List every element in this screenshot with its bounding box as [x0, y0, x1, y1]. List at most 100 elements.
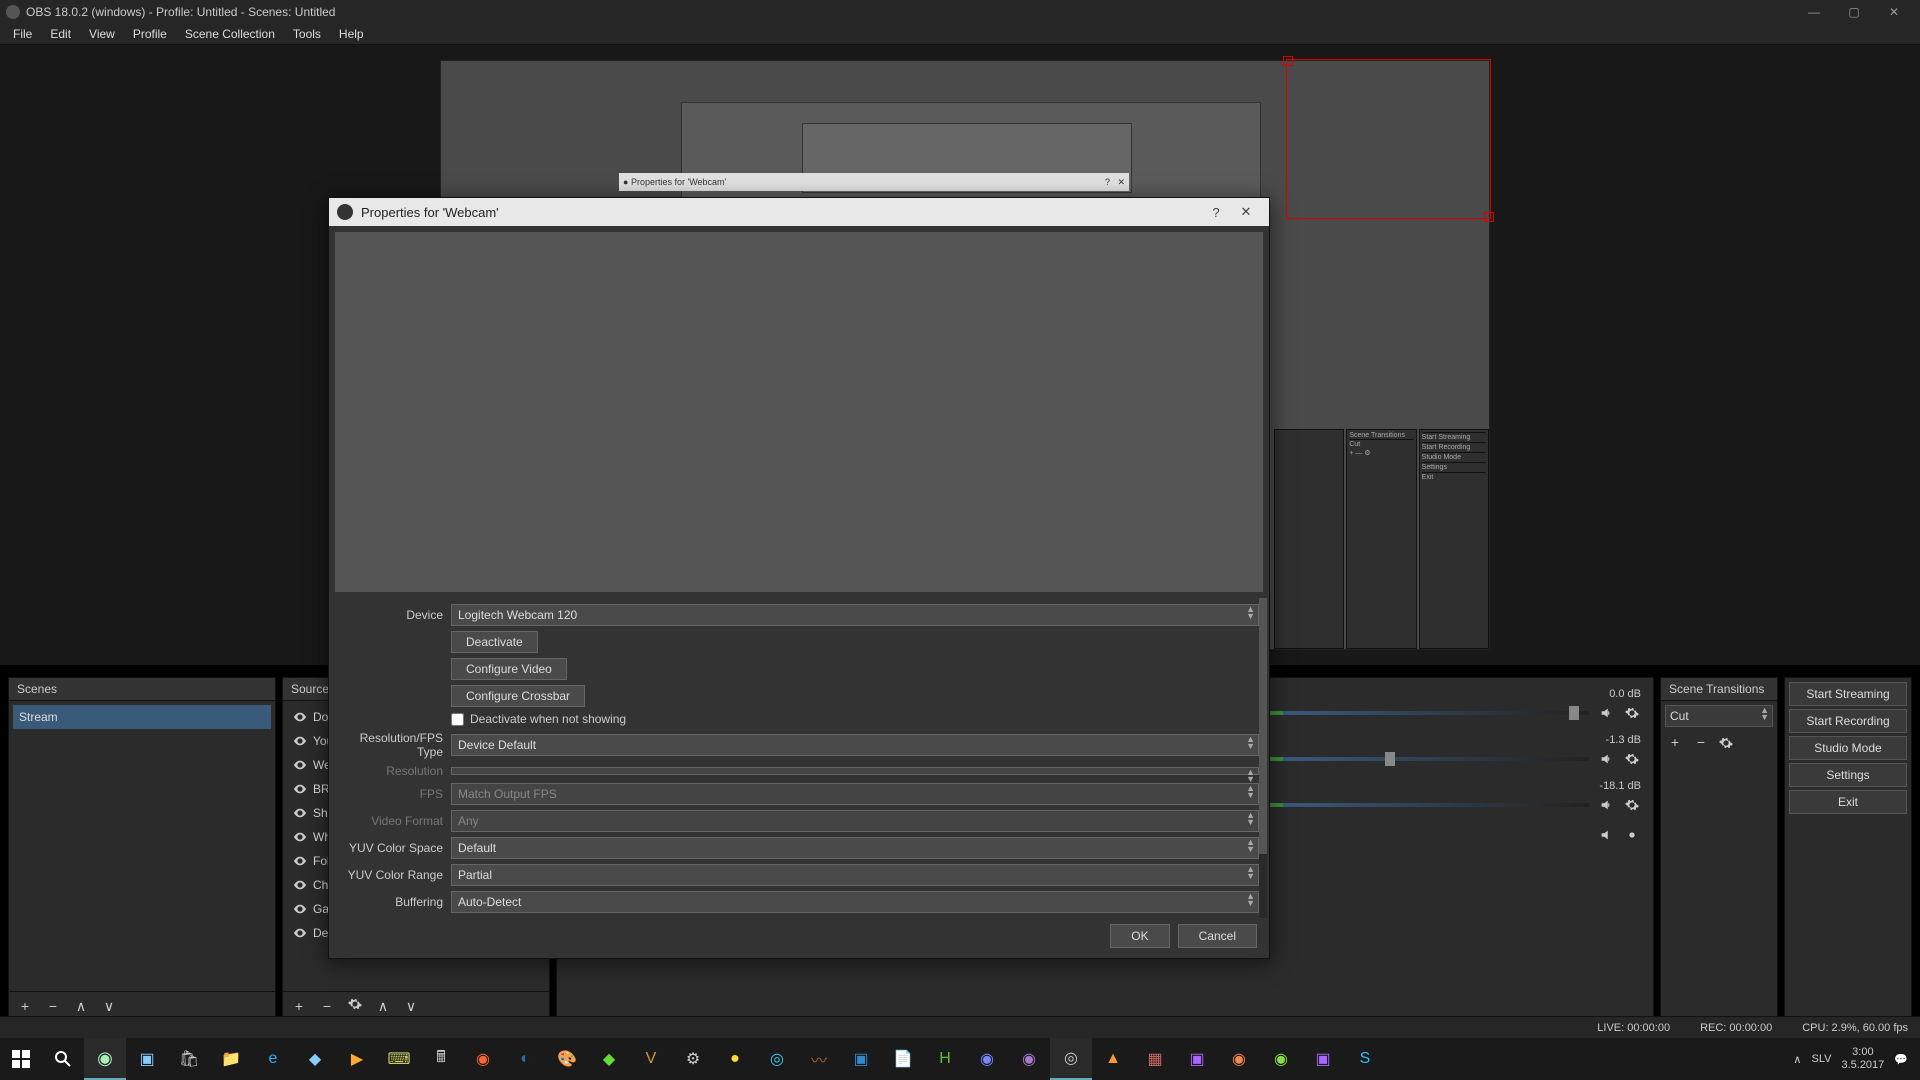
dialog-cancel-button[interactable]: Cancel	[1178, 924, 1257, 948]
taskbar-app-discord[interactable]: ◉	[966, 1038, 1008, 1080]
taskbar-app-13[interactable]: ◎	[756, 1038, 798, 1080]
taskbar-app-20[interactable]: ◉	[1260, 1038, 1302, 1080]
add-scene-button[interactable]: +	[15, 997, 35, 1017]
taskbar-app-edge[interactable]: e	[252, 1038, 294, 1080]
scene-item[interactable]: Stream	[13, 705, 271, 729]
taskbar-app-chrome[interactable]: ◉	[1218, 1038, 1260, 1080]
deactivate-checkbox[interactable]: Deactivate when not showing	[451, 712, 626, 726]
channel-settings-button[interactable]	[1623, 826, 1641, 844]
scene-down-button[interactable]: ∨	[99, 997, 119, 1017]
configure-crossbar-button[interactable]: Configure Crossbar	[451, 685, 585, 707]
control-button-start-recording[interactable]: Start Recording	[1789, 709, 1907, 733]
menu-file[interactable]: File	[4, 25, 41, 43]
minimize-button[interactable]: —	[1794, 5, 1834, 19]
taskbar-app-steam[interactable]: ◉	[84, 1038, 126, 1080]
menu-profile[interactable]: Profile	[124, 25, 176, 43]
dialog-help-button[interactable]: ?	[1201, 205, 1231, 220]
taskbar-app-2[interactable]: 🛍	[168, 1038, 210, 1080]
scene-up-button[interactable]: ∧	[71, 997, 91, 1017]
source-down-button[interactable]: ∨	[401, 997, 421, 1017]
channel-settings-button[interactable]	[1623, 750, 1641, 768]
transition-settings-button[interactable]	[1717, 734, 1735, 752]
transition-select[interactable]: Cut	[1665, 705, 1773, 727]
dialog-close-button[interactable]: ✕	[1231, 204, 1261, 220]
add-source-button[interactable]: +	[289, 997, 309, 1017]
control-button-start-streaming[interactable]: Start Streaming	[1789, 682, 1907, 706]
taskbar-app-twitch[interactable]: ▣	[1176, 1038, 1218, 1080]
visibility-icon[interactable]	[293, 830, 307, 844]
source-up-button[interactable]: ∧	[373, 997, 393, 1017]
deactivate-button[interactable]: Deactivate	[451, 631, 538, 653]
mute-button[interactable]	[1597, 704, 1615, 722]
menu-help[interactable]: Help	[330, 25, 373, 43]
taskbar-app-17[interactable]: H	[924, 1038, 966, 1080]
search-button[interactable]	[42, 1038, 84, 1080]
tray-language[interactable]: SLV	[1811, 1053, 1831, 1065]
taskbar-app-11[interactable]: ⚙	[672, 1038, 714, 1080]
taskbar-app-3[interactable]: ◆	[294, 1038, 336, 1080]
visibility-icon[interactable]	[293, 926, 307, 940]
taskbar-app-calc[interactable]: 🖩	[420, 1038, 462, 1080]
dialog-scrollbar[interactable]	[1259, 598, 1267, 918]
taskbar-app-obs[interactable]: ◎	[1050, 1038, 1092, 1080]
taskbar-app-14[interactable]: 〰	[798, 1038, 840, 1080]
taskbar-app-21[interactable]: ▣	[1302, 1038, 1344, 1080]
mute-button[interactable]	[1597, 796, 1615, 814]
taskbar-app-12[interactable]: ●	[714, 1038, 756, 1080]
menu-view[interactable]: View	[80, 25, 124, 43]
visibility-icon[interactable]	[293, 734, 307, 748]
visibility-icon[interactable]	[293, 878, 307, 892]
taskbar-app-19[interactable]: ▦	[1134, 1038, 1176, 1080]
taskbar-app-5[interactable]: ⌨	[378, 1038, 420, 1080]
control-button-studio-mode[interactable]: Studio Mode	[1789, 736, 1907, 760]
tray-clock[interactable]: 3:00 3.5.2017	[1841, 1046, 1884, 1072]
start-button[interactable]	[0, 1038, 42, 1080]
taskbar-app-16[interactable]: 📄	[882, 1038, 924, 1080]
configure-video-button[interactable]: Configure Video	[451, 658, 567, 680]
control-button-settings[interactable]: Settings	[1789, 763, 1907, 787]
menu-tools[interactable]: Tools	[284, 25, 330, 43]
channel-settings-button[interactable]	[1623, 796, 1641, 814]
visibility-icon[interactable]	[293, 782, 307, 796]
device-select[interactable]: Logitech Webcam 120	[451, 604, 1259, 626]
taskbar-app-8[interactable]: 🎨	[546, 1038, 588, 1080]
add-transition-button[interactable]: +	[1665, 733, 1685, 753]
remove-source-button[interactable]: −	[317, 997, 337, 1017]
taskbar-app-15[interactable]: ▣	[840, 1038, 882, 1080]
close-button[interactable]: ✕	[1874, 5, 1914, 19]
taskbar-app-explorer[interactable]: 📁	[210, 1038, 252, 1080]
resfps-select[interactable]: Device Default	[451, 734, 1259, 756]
buffering-select[interactable]: Auto-Detect	[451, 891, 1259, 913]
mute-button[interactable]	[1597, 750, 1615, 768]
taskbar-app-1[interactable]: ▣	[126, 1038, 168, 1080]
taskbar-app-6[interactable]: ◉	[462, 1038, 504, 1080]
taskbar-app-7[interactable]: ◐	[504, 1038, 546, 1080]
taskbar-app-18[interactable]: ◉	[1008, 1038, 1050, 1080]
yuvspace-select[interactable]: Default	[451, 837, 1259, 859]
taskbar-app-10[interactable]: V	[630, 1038, 672, 1080]
tray-notifications-icon[interactable]: 💬	[1894, 1053, 1908, 1066]
menu-scene-collection[interactable]: Scene Collection	[176, 25, 284, 43]
tray-chevron-icon[interactable]: ∧	[1793, 1053, 1801, 1066]
mute-button[interactable]	[1597, 826, 1615, 844]
visibility-icon[interactable]	[293, 902, 307, 916]
maximize-button[interactable]: ▢	[1834, 5, 1874, 19]
dialog-ok-button[interactable]: OK	[1110, 924, 1169, 948]
channel-settings-button[interactable]	[1623, 704, 1641, 722]
yuvrange-select[interactable]: Partial	[451, 864, 1259, 886]
remove-transition-button[interactable]: −	[1691, 733, 1711, 753]
source-settings-button[interactable]	[345, 997, 365, 1017]
visibility-icon[interactable]	[293, 854, 307, 868]
taskbar-app-skype[interactable]: S	[1344, 1038, 1386, 1080]
taskbar-app-vlc[interactable]: ▲	[1092, 1038, 1134, 1080]
source-bounding-box[interactable]	[1286, 59, 1491, 219]
dialog-titlebar[interactable]: Properties for 'Webcam' ? ✕	[329, 198, 1269, 226]
taskbar-app-9[interactable]: ◆	[588, 1038, 630, 1080]
control-button-exit[interactable]: Exit	[1789, 790, 1907, 814]
remove-scene-button[interactable]: −	[43, 997, 63, 1017]
visibility-icon[interactable]	[293, 758, 307, 772]
taskbar-app-4[interactable]: ▶	[336, 1038, 378, 1080]
visibility-icon[interactable]	[293, 710, 307, 724]
menu-edit[interactable]: Edit	[41, 25, 80, 43]
visibility-icon[interactable]	[293, 806, 307, 820]
